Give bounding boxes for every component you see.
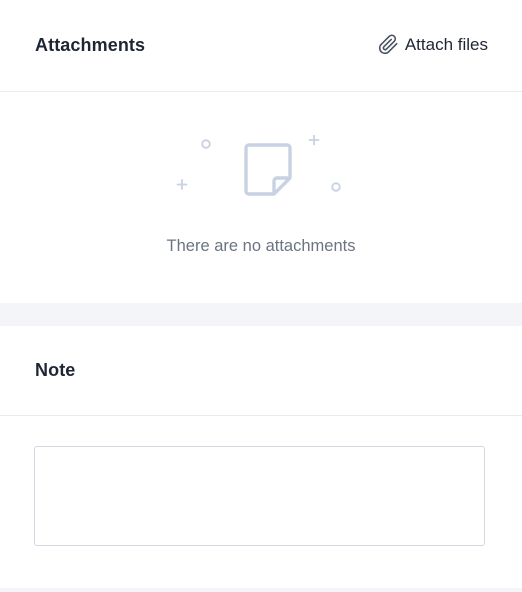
attach-files-label: Attach files — [404, 34, 488, 54]
empty-attachments-message: There are no attachments — [166, 237, 356, 255]
note-body — [0, 416, 522, 546]
attachments-header: Attachments Attach files — [0, 0, 522, 92]
attachments-title: Attachments — [35, 35, 146, 55]
note-title: Note — [35, 360, 76, 380]
note-panel: Note — [0, 326, 522, 588]
attachments-panel: Attachments Attach files There are no at… — [0, 0, 522, 303]
document-icon — [176, 135, 341, 196]
note-header: Note — [0, 326, 522, 416]
note-textarea[interactable] — [34, 446, 485, 546]
attachments-empty-state: There are no attachments — [0, 92, 522, 302]
attach-files-button[interactable]: Attach files — [378, 34, 488, 55]
paperclip-icon — [378, 34, 399, 55]
